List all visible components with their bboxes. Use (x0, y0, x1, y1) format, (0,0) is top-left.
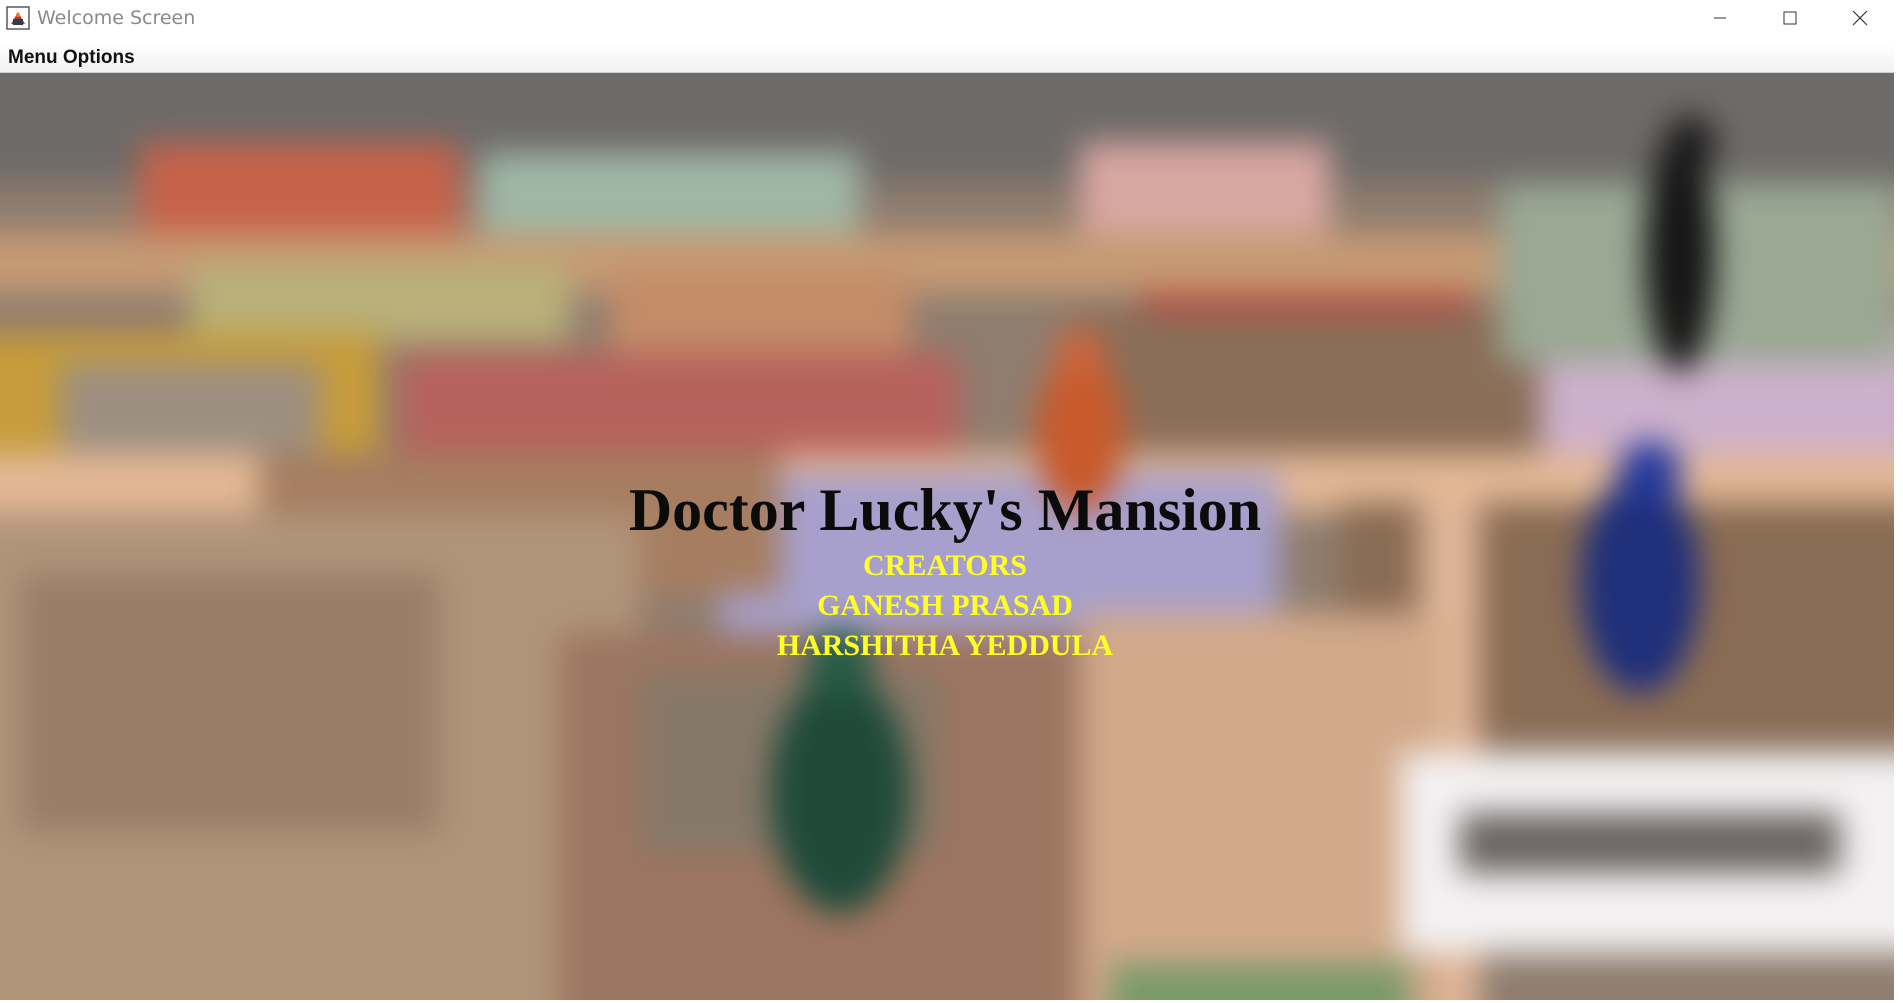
minimize-button[interactable] (1686, 0, 1754, 36)
window-edge (1894, 0, 1903, 1003)
close-icon (1852, 10, 1868, 26)
game-title: Doctor Lucky's Mansion (628, 477, 1262, 543)
maximize-icon (1783, 11, 1797, 25)
maximize-button[interactable] (1756, 0, 1824, 36)
credits-heading: CREATORS (863, 549, 1027, 582)
window-title: Welcome Screen (37, 7, 196, 29)
welcome-text-block: Doctor Lucky's Mansion CREATORS GANESH P… (0, 73, 1890, 1000)
creator-name: HARSHITHA YEDDULA (776, 629, 1114, 662)
menu-bar: Menu Options (0, 44, 1894, 73)
creator-name: GANESH PRASAD (817, 589, 1073, 622)
close-button[interactable] (1826, 0, 1894, 36)
title-bar[interactable]: Welcome Screen (0, 0, 1894, 36)
java-app-icon (6, 6, 30, 30)
welcome-panel: Doctor Lucky's Mansion CREATORS GANESH P… (0, 73, 1894, 1000)
menu-options[interactable]: Menu Options (6, 46, 137, 70)
minimize-icon (1714, 17, 1726, 19)
app-window: Welcome Screen Menu Options Doctor Lucky… (0, 0, 1894, 1003)
